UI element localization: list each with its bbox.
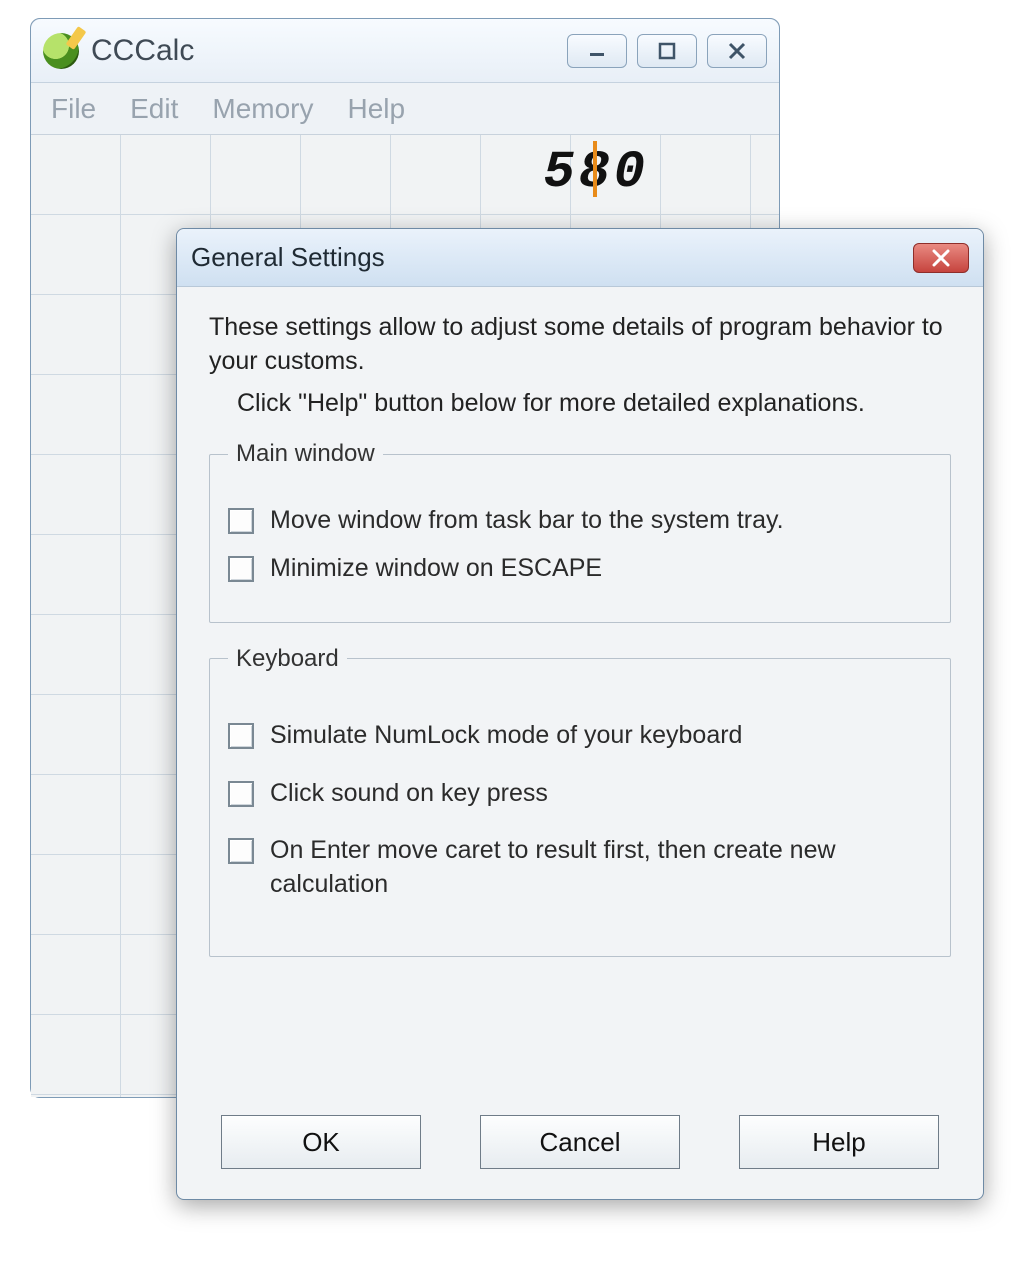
checkbox-icon[interactable]	[228, 781, 254, 807]
close-button[interactable]	[707, 34, 767, 68]
option-click-sound-label: Click sound on key press	[270, 777, 548, 811]
help-button[interactable]: Help	[739, 1115, 939, 1169]
option-enter-caret[interactable]: On Enter move caret to result first, the…	[228, 834, 932, 902]
option-minimize-on-escape[interactable]: Minimize window on ESCAPE	[228, 552, 932, 586]
option-enter-caret-label: On Enter move caret to result first, the…	[270, 834, 932, 902]
option-simulate-numlock[interactable]: Simulate NumLock mode of your keyboard	[228, 719, 932, 753]
app-icon	[43, 33, 79, 69]
display-value: 580	[31, 143, 649, 202]
group-main-window: Main window Move window from task bar to…	[209, 440, 951, 623]
intro-text-1: These settings allow to adjust some deta…	[209, 311, 951, 379]
close-icon	[929, 249, 953, 267]
dialog-button-row: OK Cancel Help	[177, 1107, 983, 1199]
menu-edit[interactable]: Edit	[130, 93, 178, 125]
dialog-close-button[interactable]	[913, 243, 969, 273]
main-titlebar[interactable]: CCCalc	[31, 19, 779, 83]
dialog-titlebar[interactable]: General Settings	[177, 229, 983, 287]
dialog-body: These settings allow to adjust some deta…	[177, 287, 983, 1107]
group-keyboard-legend: Keyboard	[228, 645, 347, 673]
menu-help[interactable]: Help	[348, 93, 406, 125]
dialog-title: General Settings	[191, 242, 913, 273]
option-move-to-tray[interactable]: Move window from task bar to the system …	[228, 504, 932, 538]
menu-bar: File Edit Memory Help	[31, 83, 779, 135]
checkbox-icon[interactable]	[228, 556, 254, 582]
group-keyboard: Keyboard Simulate NumLock mode of your k…	[209, 645, 951, 957]
intro-text-2: Click "Help" button below for more detai…	[237, 387, 951, 421]
minimize-button[interactable]	[567, 34, 627, 68]
maximize-button[interactable]	[637, 34, 697, 68]
window-controls	[567, 34, 767, 68]
menu-file[interactable]: File	[51, 93, 96, 125]
cancel-button[interactable]: Cancel	[480, 1115, 680, 1169]
option-simulate-numlock-label: Simulate NumLock mode of your keyboard	[270, 719, 742, 753]
main-window-title: CCCalc	[91, 34, 555, 68]
ok-button[interactable]: OK	[221, 1115, 421, 1169]
option-minimize-on-escape-label: Minimize window on ESCAPE	[270, 552, 602, 586]
group-main-window-legend: Main window	[228, 440, 383, 468]
caret-indicator	[593, 141, 597, 197]
option-move-to-tray-label: Move window from task bar to the system …	[270, 504, 784, 538]
checkbox-icon[interactable]	[228, 838, 254, 864]
checkbox-icon[interactable]	[228, 508, 254, 534]
checkbox-icon[interactable]	[228, 723, 254, 749]
settings-dialog: General Settings These settings allow to…	[176, 228, 984, 1200]
option-click-sound[interactable]: Click sound on key press	[228, 777, 932, 811]
menu-memory[interactable]: Memory	[212, 93, 313, 125]
